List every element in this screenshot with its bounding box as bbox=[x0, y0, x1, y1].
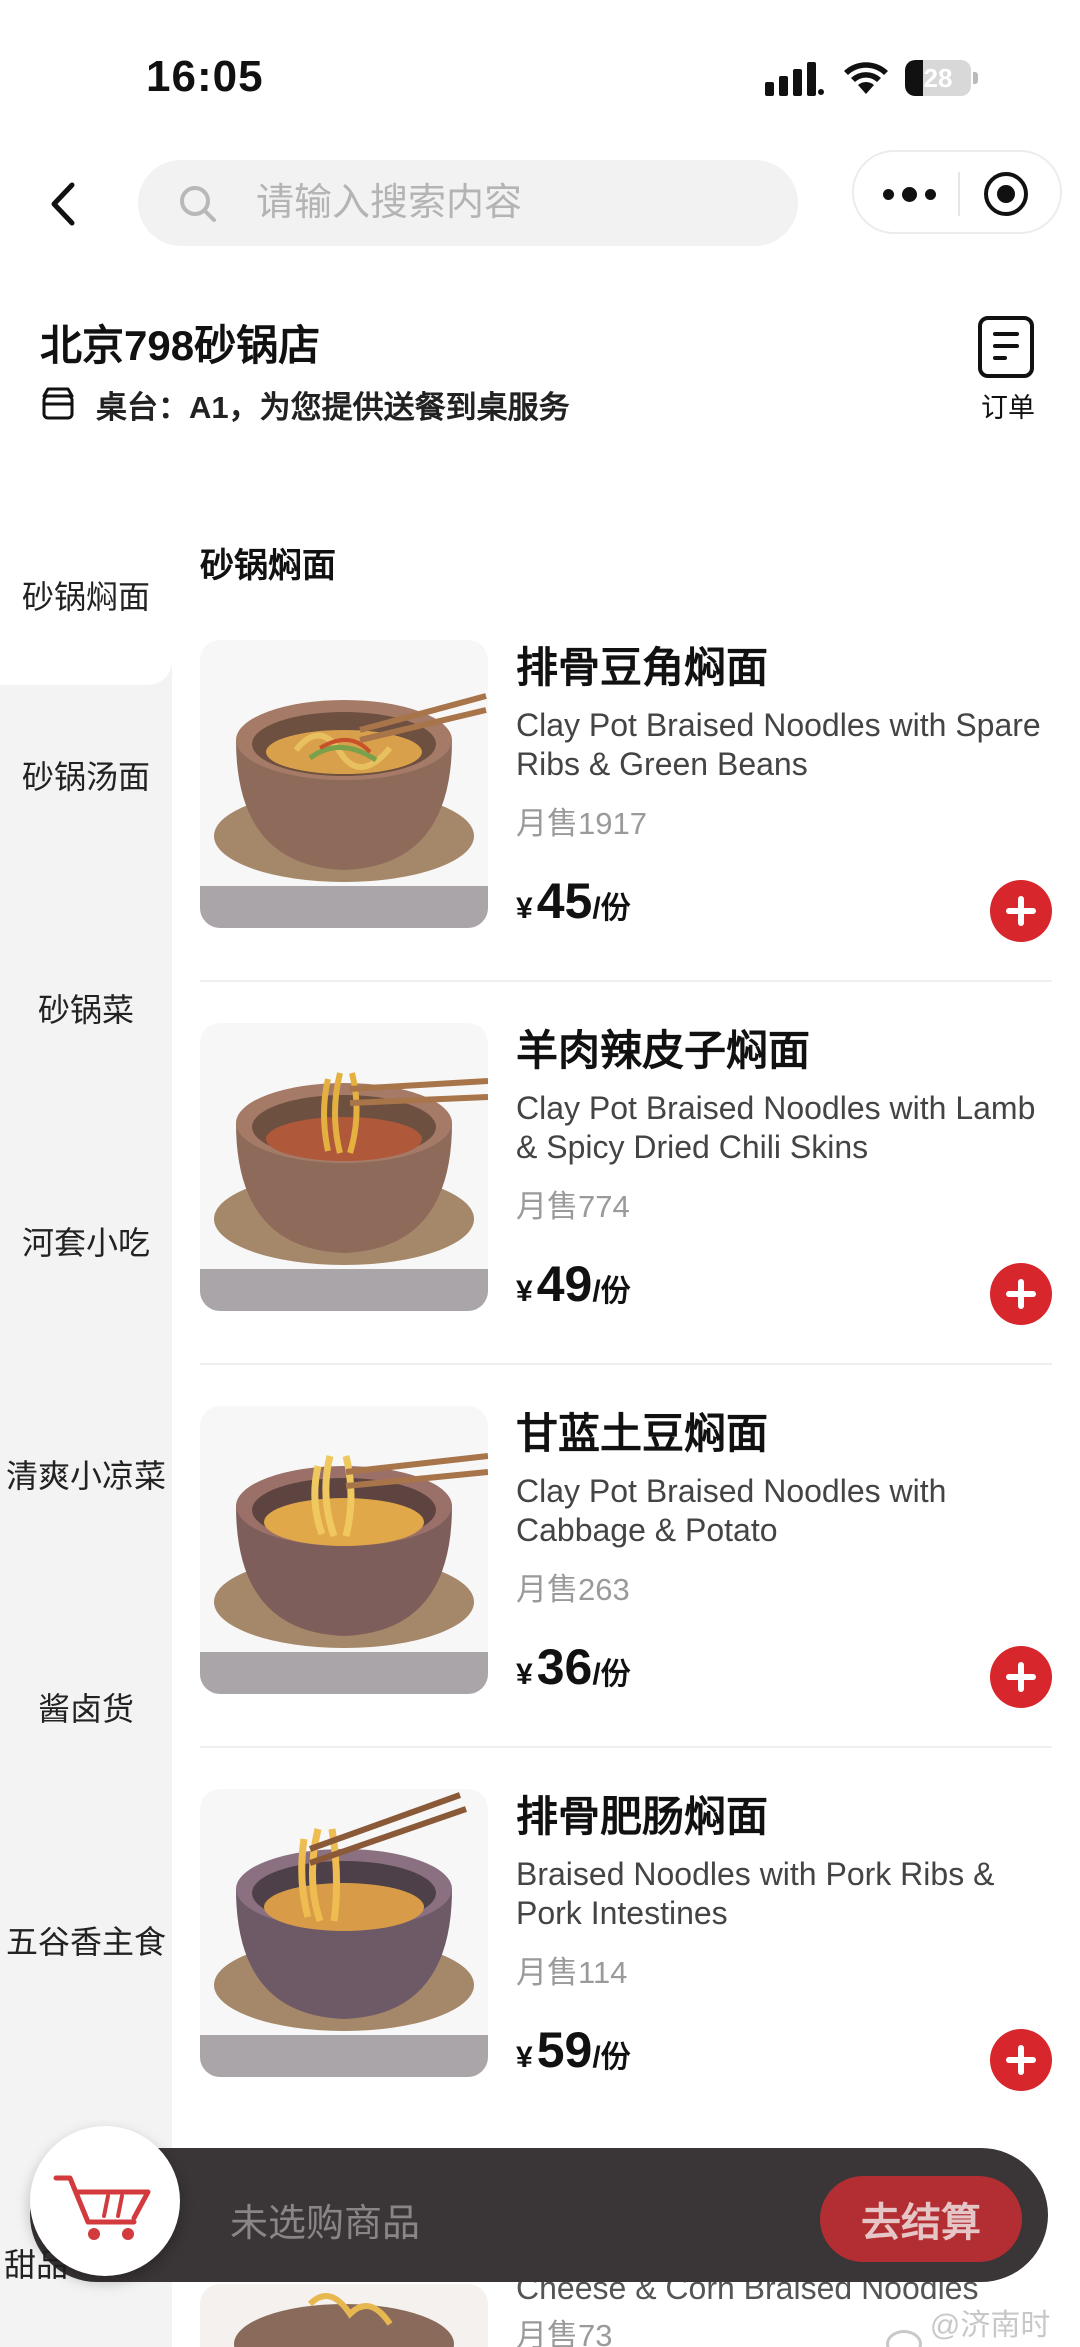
chevron-left-icon bbox=[51, 182, 75, 226]
price-unit: /份 bbox=[592, 892, 631, 925]
dish-image bbox=[200, 640, 488, 928]
dish-name: 甘蓝土豆焖面 bbox=[516, 1410, 769, 1457]
dish-image bbox=[200, 1789, 488, 2077]
weibo-icon bbox=[886, 2330, 922, 2347]
search-icon bbox=[180, 186, 216, 222]
price-currency: ¥ bbox=[516, 892, 533, 925]
sidebar-item-clay-pot-braised-noodles[interactable]: 砂锅焖面 bbox=[0, 505, 172, 685]
cart-status-text: 未选购商品 bbox=[230, 2203, 421, 2245]
table-info-text: 桌台：A1，为您提供送餐到桌服务 bbox=[96, 389, 570, 425]
search-placeholder: 请输入搜索内容 bbox=[256, 182, 523, 224]
store-icon bbox=[42, 387, 74, 420]
sidebar-item-clay-pot-dishes[interactable]: 砂锅菜 bbox=[0, 918, 172, 1098]
dish-price: ¥ 59 /份 bbox=[516, 2021, 631, 2079]
divider bbox=[200, 980, 1052, 982]
dish-image bbox=[200, 2284, 488, 2347]
divider bbox=[200, 1746, 1052, 1748]
dish-name: 排骨豆角焖面 bbox=[516, 644, 769, 691]
price-value: 36 bbox=[536, 1639, 593, 1695]
wifi-icon bbox=[844, 62, 888, 94]
dish-image bbox=[200, 1406, 488, 1694]
sidebar-item-staple-foods[interactable]: 五谷香主食 bbox=[0, 1850, 172, 2030]
sidebar-item-cold-dishes[interactable]: 清爽小凉菜 bbox=[0, 1384, 172, 1564]
dish-price: ¥ 45 /份 bbox=[516, 872, 631, 930]
dish-description: Clay Pot Braised Noodles with Spare Ribs… bbox=[516, 707, 1041, 782]
dish-monthly-sales: 月售114 bbox=[516, 1955, 628, 1990]
dish-monthly-sales: 月售774 bbox=[516, 1189, 630, 1224]
orders-button[interactable]: 订单 bbox=[968, 312, 1048, 423]
table-info: 桌台：A1，为您提供送餐到桌服务 bbox=[40, 382, 570, 426]
price-value: 49 bbox=[536, 1256, 593, 1312]
price-value: 59 bbox=[536, 2022, 593, 2078]
add-to-cart-button[interactable] bbox=[990, 1646, 1052, 1708]
dish-description: Braised Noodles with Pork Ribs & Pork In… bbox=[516, 1856, 995, 1931]
status-time: 16:05 bbox=[146, 52, 264, 101]
store-name: 北京798砂锅店 bbox=[40, 322, 321, 369]
dish-monthly-sales: 月售1917 bbox=[516, 806, 647, 841]
price-unit: /份 bbox=[592, 1275, 631, 1308]
shopping-cart-icon bbox=[53, 2175, 151, 2240]
checkout-button[interactable]: 去结算 bbox=[820, 2176, 1022, 2262]
order-list-icon bbox=[978, 316, 1034, 378]
battery-icon: 28 bbox=[905, 60, 979, 96]
dish-description: Clay Pot Braised Noodles with Lamb & Spi… bbox=[516, 1090, 1036, 1165]
dish-price: ¥ 49 /份 bbox=[516, 1255, 631, 1313]
price-currency: ¥ bbox=[516, 1658, 533, 1691]
price-value: 45 bbox=[536, 873, 593, 929]
menu-item[interactable]: 甘蓝土豆焖面 Clay Pot Braised Noodles with Cab… bbox=[200, 1406, 1052, 1788]
price-currency: ¥ bbox=[516, 1275, 533, 1308]
dish-image bbox=[200, 1023, 488, 1311]
cellular-signal-icon bbox=[765, 62, 824, 96]
divider bbox=[200, 1363, 1052, 1365]
orders-label: 订单 bbox=[981, 393, 1035, 423]
sidebar-item-hetao-snacks[interactable]: 河套小吃 bbox=[0, 1151, 172, 1331]
dish-monthly-sales: 月售263 bbox=[516, 1572, 630, 1607]
sidebar-item-braised-meats[interactable]: 酱卤货 bbox=[0, 1617, 172, 1797]
battery-level: 28 bbox=[923, 63, 953, 93]
price-unit: /份 bbox=[592, 1658, 631, 1691]
dish-description: Clay Pot Braised Noodles with Cabbage & … bbox=[516, 1473, 947, 1548]
cart-button[interactable] bbox=[30, 2126, 180, 2276]
section-title: 砂锅焖面 bbox=[200, 547, 336, 585]
watermark-text: @济南时报 bbox=[929, 2309, 1051, 2342]
close-mini-program-button[interactable] bbox=[984, 172, 1028, 216]
dish-monthly-sales: 月售73 bbox=[516, 2318, 613, 2347]
status-bar: 16:05 28 bbox=[0, 0, 1080, 150]
price-currency: ¥ bbox=[516, 2041, 533, 2074]
add-to-cart-button[interactable] bbox=[990, 2029, 1052, 2091]
capsule-divider bbox=[958, 172, 960, 216]
mini-program-capsule bbox=[852, 150, 1062, 234]
menu-item[interactable]: 排骨豆角焖面 Clay Pot Braised Noodles with Spa… bbox=[200, 640, 1052, 1022]
watermark: @济南时报 bbox=[886, 2300, 1080, 2347]
more-options-button[interactable] bbox=[874, 164, 944, 224]
dish-name: 羊肉辣皮子焖面 bbox=[516, 1027, 811, 1074]
search-bar[interactable]: 请输入搜索内容 bbox=[138, 160, 798, 246]
back-button[interactable] bbox=[36, 168, 88, 240]
price-unit: /份 bbox=[592, 2041, 631, 2074]
sidebar-item-clay-pot-soup-noodles[interactable]: 砂锅汤面 bbox=[0, 685, 172, 865]
category-sidebar: 砂锅焖面 砂锅汤面 砂锅菜 河套小吃 清爽小凉菜 酱卤货 五谷香主食 bbox=[0, 505, 172, 2347]
menu-item[interactable]: 羊肉辣皮子焖面 Clay Pot Braised Noodles with La… bbox=[200, 1023, 1052, 1405]
menu-item[interactable]: 排骨肥肠焖面 Braised Noodles with Pork Ribs & … bbox=[200, 1789, 1052, 2171]
dish-name: 排骨肥肠焖面 bbox=[516, 1793, 769, 1840]
dish-price: ¥ 36 /份 bbox=[516, 1638, 631, 1696]
add-to-cart-button[interactable] bbox=[990, 1263, 1052, 1325]
add-to-cart-button[interactable] bbox=[990, 880, 1052, 942]
